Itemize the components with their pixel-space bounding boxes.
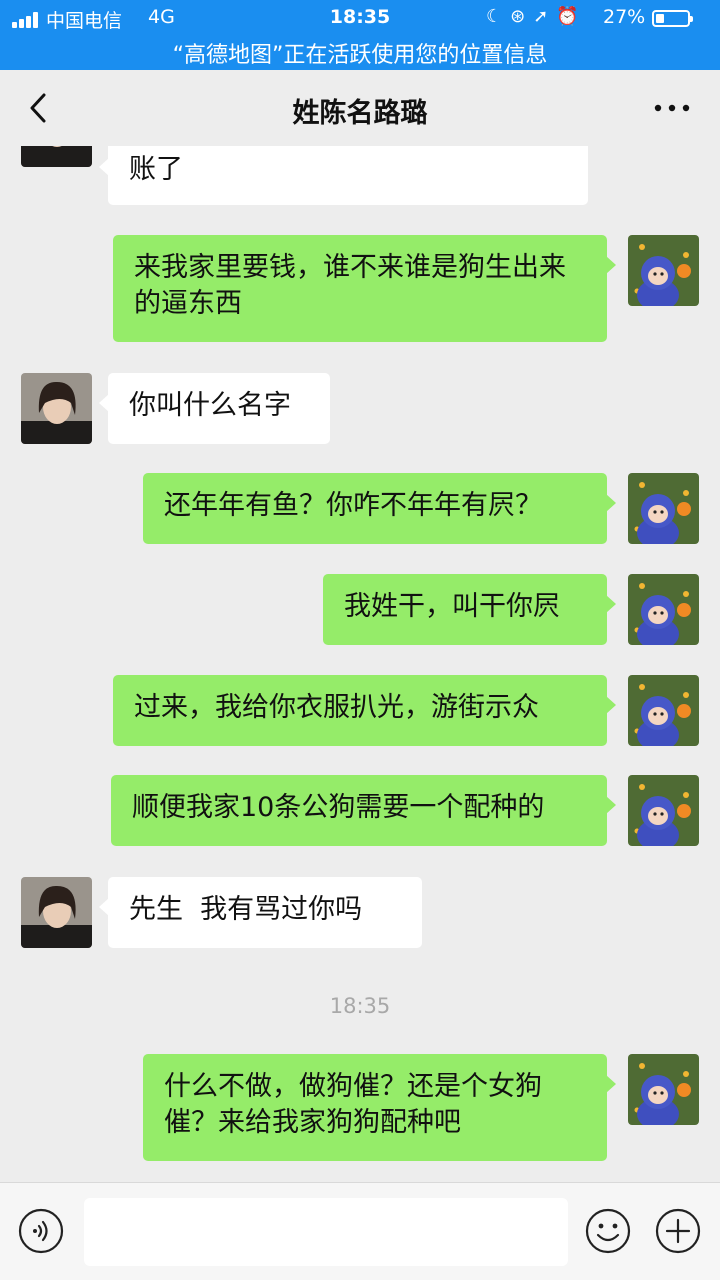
message-bubble[interactable]: 还年年有鱼？你咋不年年有屄？ bbox=[143, 473, 616, 544]
avatar-self[interactable] bbox=[628, 675, 699, 746]
avatar-self[interactable] bbox=[628, 1054, 699, 1125]
emoji-icon[interactable] bbox=[585, 1208, 631, 1254]
moon-icon: ☾ bbox=[486, 6, 511, 27]
status-bar-row: 中国电信 4G 18:35 ☾⊛➚⏰ 27% bbox=[0, 6, 720, 32]
message-bubble[interactable]: 什么不做，做狗催？还是个女狗催？来给我家狗狗配种吧 bbox=[143, 1054, 616, 1161]
status-bar: 中国电信 4G 18:35 ☾⊛➚⏰ 27% “高德地图”正在活跃使用您的位置信… bbox=[0, 0, 720, 70]
chat-area[interactable]: 账了 来我家里要钱，谁不来谁是狗生出来的逼东西 你叫什么名字 还年年有鱼？你咋不… bbox=[0, 146, 720, 1182]
status-icons: ☾⊛➚⏰ bbox=[486, 6, 587, 27]
message-bubble[interactable]: 先生 我有骂过你吗 bbox=[99, 877, 422, 948]
chat-title: 姓陈名路璐 bbox=[292, 98, 428, 129]
avatar-self[interactable] bbox=[628, 775, 699, 846]
avatar-self[interactable] bbox=[628, 574, 699, 645]
battery-percent: 27% bbox=[603, 6, 646, 28]
avatar-self[interactable] bbox=[628, 473, 699, 544]
alarm-icon: ⏰ bbox=[556, 6, 587, 27]
message-input[interactable] bbox=[84, 1198, 568, 1266]
message-bubble[interactable]: 来我家里要钱，谁不来谁是狗生出来的逼东西 bbox=[113, 235, 616, 342]
plus-icon[interactable] bbox=[655, 1208, 701, 1254]
battery-fill bbox=[656, 14, 665, 23]
input-bar bbox=[0, 1182, 720, 1280]
rotation-lock-icon: ⊛ bbox=[510, 6, 534, 27]
more-dots-icon[interactable] bbox=[652, 98, 692, 118]
message-bubble[interactable]: 我姓干，叫干你屄 bbox=[323, 574, 616, 645]
voice-icon[interactable] bbox=[18, 1208, 64, 1254]
avatar-self[interactable] bbox=[628, 235, 699, 306]
nav-bar: 姓陈名路璐 bbox=[0, 70, 720, 146]
battery-icon bbox=[652, 10, 693, 27]
location-arrow-icon: ➚ bbox=[533, 6, 557, 27]
location-banner[interactable]: “高德地图”正在活跃使用您的位置信息 bbox=[0, 37, 720, 69]
avatar-contact[interactable] bbox=[21, 877, 92, 948]
message-bubble[interactable]: 顺便我家10条公狗需要一个配种的 bbox=[111, 775, 616, 846]
message-bubble[interactable]: 账了 bbox=[99, 146, 588, 205]
message-bubble[interactable]: 过来，我给你衣服扒光，游街示众 bbox=[113, 675, 616, 746]
message-bubble[interactable]: 你叫什么名字 bbox=[99, 373, 330, 444]
avatar-contact[interactable] bbox=[21, 373, 92, 444]
chat-timestamp: 18:35 bbox=[329, 994, 391, 1018]
avatar-contact[interactable] bbox=[21, 146, 92, 167]
